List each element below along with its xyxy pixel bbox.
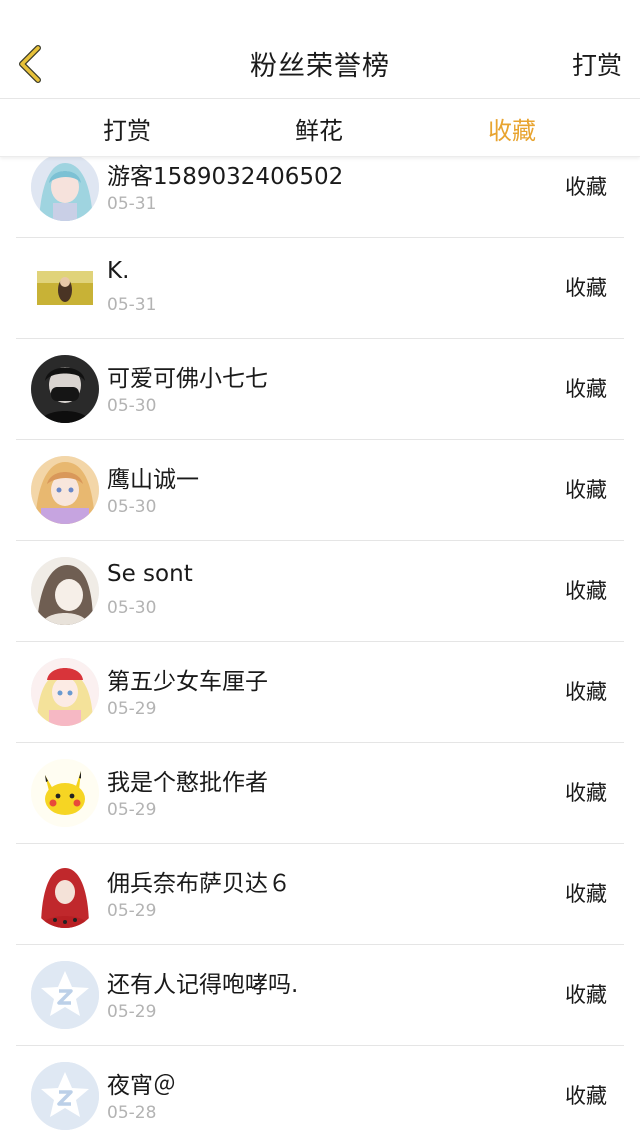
avatar[interactable] <box>31 153 99 221</box>
navigation-bar: 粉丝荣誉榜 打赏 <box>0 0 640 99</box>
page-title: 粉丝荣誉榜 <box>250 51 390 82</box>
action-label: 收藏 <box>565 781 607 805</box>
anime-girl-red-hat-avatar <box>31 658 99 726</box>
avatar[interactable] <box>31 456 99 524</box>
action-label: 收藏 <box>565 276 607 300</box>
user-date: 05-31 <box>107 194 157 214</box>
user-date: 05-30 <box>107 598 157 618</box>
user-date: 05-28 <box>107 1103 157 1123</box>
anime-girl-blue-avatar <box>31 153 99 221</box>
anime-girl-avatar <box>31 456 99 524</box>
avatar[interactable] <box>31 961 99 1029</box>
user-date: 05-29 <box>107 699 157 719</box>
list-item[interactable]: 可爱可佛小七七 05-30 收藏 <box>16 339 624 440</box>
list-item[interactable]: 夜宵＠ 05-28 收藏 <box>16 1046 624 1138</box>
action-label: 收藏 <box>565 983 607 1007</box>
user-name: 可爱可佛小七七 <box>107 366 268 392</box>
action-label: 收藏 <box>565 478 607 502</box>
user-name: 我是个憨批作者 <box>107 770 268 796</box>
action-label: 收藏 <box>565 680 607 704</box>
user-date: 05-29 <box>107 1002 157 1022</box>
avatar[interactable] <box>31 860 99 928</box>
list-item[interactable]: 鹰山诚一 05-30 收藏 <box>16 440 624 541</box>
list-item[interactable]: K. 05-31 收藏 <box>16 238 624 339</box>
action-label: 收藏 <box>565 882 607 906</box>
avatar[interactable] <box>31 759 99 827</box>
user-name: K. <box>107 258 130 284</box>
sketch-avatar <box>31 557 99 625</box>
masked-figure-avatar <box>31 355 99 423</box>
avatar[interactable] <box>31 1062 99 1130</box>
action-label: 收藏 <box>565 1084 607 1108</box>
list-item[interactable]: 我是个憨批作者 05-29 收藏 <box>16 743 624 844</box>
user-date: 05-31 <box>107 295 157 315</box>
avatar[interactable] <box>31 254 99 322</box>
pikachu-avatar <box>31 759 99 827</box>
tab-favorites[interactable]: 收藏 <box>488 111 536 146</box>
user-date: 05-30 <box>107 497 157 517</box>
red-hood-avatar <box>31 860 99 928</box>
tab-reward[interactable]: 打赏 <box>103 111 151 146</box>
user-name: 游客1589032406502 <box>107 164 344 190</box>
user-date: 05-29 <box>107 800 157 820</box>
default-star-avatar <box>31 1062 99 1130</box>
list-item[interactable]: 佣兵奈布萨贝达６ 05-29 收藏 <box>16 844 624 945</box>
list-item[interactable]: 第五少女车厘子 05-29 收藏 <box>16 642 624 743</box>
user-date: 05-29 <box>107 901 157 921</box>
user-name: 第五少女车厘子 <box>107 669 268 695</box>
user-name: 夜宵＠ <box>107 1073 176 1099</box>
user-name: 佣兵奈布萨贝达６ <box>107 871 291 897</box>
avatar[interactable] <box>31 355 99 423</box>
user-date: 05-30 <box>107 396 157 416</box>
fan-list[interactable]: 游客1589032406502 05-31 收藏 K. 05-31 收藏 可爱可… <box>0 137 640 1138</box>
user-name: Se sont <box>107 561 193 587</box>
list-item[interactable]: Se sont 05-30 收藏 <box>16 541 624 642</box>
action-label: 收藏 <box>565 175 607 199</box>
list-item[interactable]: 还有人记得咆哮吗. 05-29 收藏 <box>16 945 624 1046</box>
avatar[interactable] <box>31 557 99 625</box>
action-label: 收藏 <box>565 579 607 603</box>
field-photo-avatar <box>31 254 99 322</box>
user-name: 还有人记得咆哮吗. <box>107 972 299 998</box>
user-name: 鹰山诚一 <box>107 467 199 493</box>
tab-flowers[interactable]: 鲜花 <box>295 111 343 146</box>
tab-bar: 打赏 鲜花 收藏 <box>0 99 640 157</box>
default-star-avatar <box>31 961 99 1029</box>
reward-button[interactable]: 打赏 <box>572 46 622 82</box>
avatar[interactable] <box>31 658 99 726</box>
action-label: 收藏 <box>565 377 607 401</box>
